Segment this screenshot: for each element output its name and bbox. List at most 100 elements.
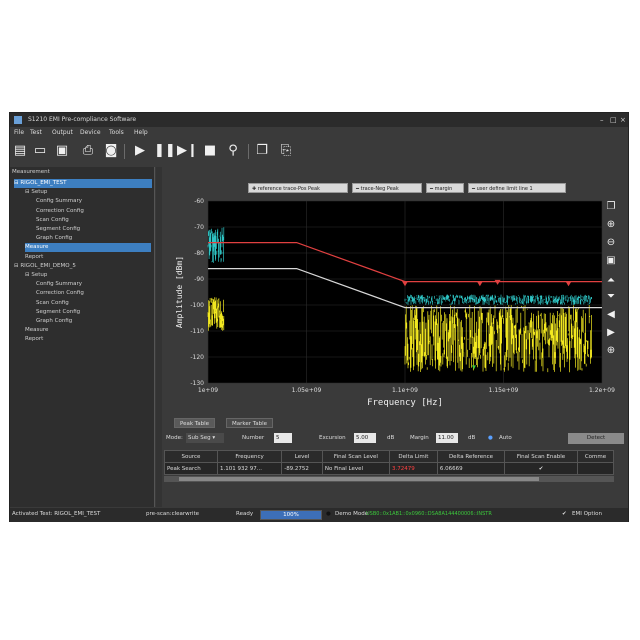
number-input[interactable]: 5	[274, 433, 292, 443]
export-icon[interactable]: ⎘	[278, 143, 294, 159]
emi-option-check-icon[interactable]: ✔	[562, 511, 567, 517]
column-header[interactable]: Frequency	[216, 450, 283, 463]
ready-status: Ready	[236, 511, 254, 517]
table-hscrollbar[interactable]	[164, 476, 614, 482]
add-icon[interactable]: ⊕	[605, 345, 617, 357]
new-file-icon[interactable]: ▤	[12, 143, 28, 159]
camera-icon[interactable]: ◙	[103, 143, 119, 159]
tree-item[interactable]: Graph Config	[36, 317, 72, 326]
tree-item[interactable]: Scan Config	[36, 216, 69, 225]
scroll-left-icon[interactable]: ◀	[605, 309, 617, 321]
zoom-out-icon[interactable]: ⊖	[605, 237, 617, 249]
cell-final: No Final Level	[321, 462, 390, 475]
pause-icon[interactable]: ❚❚	[154, 143, 176, 159]
column-header[interactable]: Level	[281, 450, 323, 463]
y-tick-label: -100	[190, 302, 204, 309]
tree-item[interactable]: Measure	[25, 243, 151, 253]
tree-item[interactable]: Config Summary	[36, 197, 82, 206]
y-tick-label: -90	[194, 276, 204, 283]
tree-item-label: Scan Config	[36, 299, 69, 306]
peak-table: Source Frequency Level Final Scan Level Delt…	[164, 450, 615, 475]
menu-tools[interactable]: Tools	[109, 129, 124, 136]
auto-radio-icon[interactable]: ●	[488, 435, 493, 441]
tree-item[interactable]: Segment Config	[36, 225, 80, 234]
tree-item[interactable]: Config Summary	[36, 280, 82, 289]
detect-button[interactable]: Detect	[568, 433, 624, 444]
table-row[interactable]: Peak Search 1.101 932 97... -89.2752 No Fin…	[164, 462, 615, 475]
copy-icon[interactable]: ❐	[254, 143, 270, 159]
tree-item[interactable]: Report	[25, 253, 43, 262]
tree-item[interactable]: ⊟ Setup	[25, 271, 47, 280]
peak-controls: Mode: Sub Seg ▾ Number 5 Excursion 5.00 …	[164, 432, 624, 446]
tree-item[interactable]: Scan Config	[36, 299, 69, 308]
splitter[interactable]	[156, 167, 162, 507]
close-icon[interactable]: ×	[620, 116, 626, 124]
x-tick-label: 1.2e+09	[589, 387, 615, 394]
maximize-icon[interactable]: □	[610, 116, 617, 124]
stop-icon[interactable]: ■	[202, 143, 218, 159]
y-axis-label: Amplitude [dBm]	[175, 256, 184, 328]
tree-item[interactable]: Report	[25, 335, 43, 344]
search-icon[interactable]: ⚲	[225, 143, 241, 159]
y-tick-label: -110	[190, 328, 204, 335]
scan-mode: pre-scan:clearwrite	[146, 511, 199, 517]
menu-device[interactable]: Device	[80, 129, 101, 136]
play-icon[interactable]: ▶	[132, 143, 148, 159]
tab-peak-table[interactable]: Peak Table	[174, 418, 216, 428]
menu-output[interactable]: Output	[52, 129, 73, 136]
legend-margin-label: margin	[434, 186, 453, 192]
column-header[interactable]: Final Scan Level	[321, 450, 390, 463]
scroll-down-icon[interactable]: ⏷	[605, 291, 617, 303]
tab-marker-table[interactable]: Marker Table	[226, 418, 273, 428]
margin-input[interactable]: 11.00	[436, 433, 458, 443]
column-header[interactable]: Comme	[576, 450, 615, 463]
open-folder-icon[interactable]: ▭	[32, 143, 48, 159]
save-icon[interactable]: ▣	[54, 143, 70, 159]
status-bar: Activated Test: RIGOL_EMI_TEST pre-scan:…	[10, 508, 628, 522]
menu-help[interactable]: Help	[134, 129, 148, 136]
column-header[interactable]: Delta Limit	[388, 450, 438, 463]
legend-limit-line[interactable]: ━ user define limit line 1	[468, 183, 566, 193]
tree-item-label: RIGOL_EMI_DEMO_5	[20, 262, 76, 269]
column-header[interactable]: Delta Reference	[436, 450, 506, 463]
tree-item[interactable]: Graph Config	[36, 234, 72, 243]
tree-item-label: Correction Config	[36, 290, 84, 297]
tree-item[interactable]: ⊟ RIGOL_EMI_TEST	[14, 179, 152, 188]
step-icon[interactable]: ▶❙	[177, 143, 198, 159]
x-tick-label: 1.15e+09	[489, 387, 519, 394]
scroll-up-icon[interactable]: ⏶	[605, 275, 617, 287]
tree-item[interactable]: ⊟ Setup	[25, 188, 47, 197]
legend-neg-peak[interactable]: ━ trace-Neg Peak	[352, 183, 422, 193]
scroll-thumb[interactable]	[179, 477, 539, 481]
x-axis-label: Frequency [Hz]	[367, 398, 443, 408]
activated-test: Activated Test: RIGOL_EMI_TEST	[12, 511, 101, 517]
mode-select[interactable]: Sub Seg ▾	[186, 433, 224, 443]
minimize-icon[interactable]: –	[600, 116, 604, 124]
tree-item[interactable]: Correction Config	[36, 207, 84, 216]
menu-test[interactable]: Test	[30, 129, 42, 136]
tree-item-label: Setup	[31, 189, 48, 196]
title-bar: S1210 EMI Pre-compliance Software – □ ×	[10, 113, 628, 127]
toolbar: ▤ ▭ ▣ ⎙ ◙ ▶ ❚❚ ▶❙ ■ ⚲ ❐ ⎘	[10, 141, 628, 163]
tree-item[interactable]: Measure	[25, 326, 48, 335]
legend-margin[interactable]: ━ margin	[426, 183, 464, 193]
y-tick-label: -120	[190, 354, 204, 361]
column-header[interactable]: Source	[164, 450, 218, 463]
tree-item[interactable]: Segment Config	[36, 308, 80, 317]
zoom-in-icon[interactable]: ⊕	[605, 219, 617, 231]
app-icon	[14, 116, 22, 124]
scroll-right-icon[interactable]: ▶	[605, 327, 617, 339]
excursion-input[interactable]: 5.00	[354, 433, 376, 443]
legend-pos-peak[interactable]: ✚ reference trace-Pos Peak	[248, 183, 348, 193]
copy-chart-icon[interactable]: ❐	[605, 201, 617, 213]
tree-item-label: Scan Config	[36, 216, 69, 223]
menu-file[interactable]: File	[14, 129, 24, 136]
column-header[interactable]: Final Scan Enable	[504, 450, 578, 463]
tree-item[interactable]: ⊟ RIGOL_EMI_DEMO_5	[14, 262, 152, 271]
print-icon[interactable]: ⎙	[80, 143, 96, 159]
excursion-label: Excursion	[319, 435, 346, 441]
cell-delta-ref: 6.06669	[436, 462, 506, 475]
zoom-fit-icon[interactable]: ▣	[605, 255, 617, 267]
tree-item[interactable]: Correction Config	[36, 289, 84, 298]
excursion-unit: dB	[387, 435, 395, 441]
